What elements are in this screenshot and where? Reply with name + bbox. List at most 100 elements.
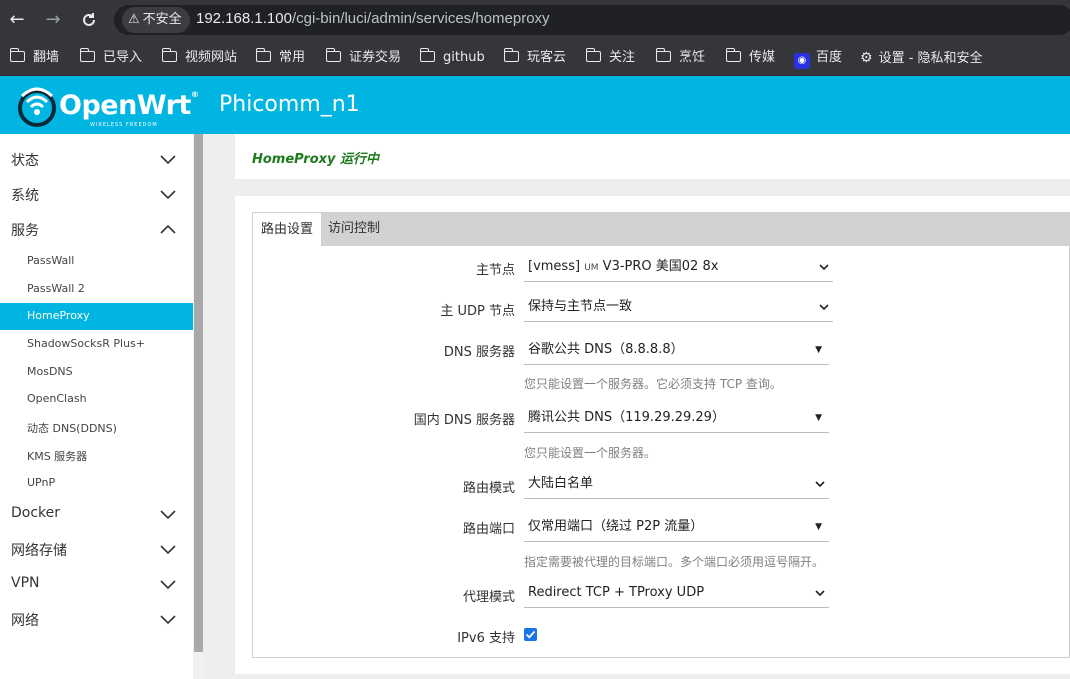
tab-routing-settings[interactable]: 路由设置 [252, 212, 323, 246]
sidebar-item-system[interactable]: 系统 [0, 177, 193, 211]
bookmark-folder[interactable]: 玩客云 [503, 48, 567, 68]
dns-server-value: 谷歌公共 DNS（8.8.8.8） [528, 342, 684, 357]
bookmark-label: 设置 - 隐私和安全 [878, 51, 983, 66]
sidebar-item-openclash[interactable]: OpenClash [0, 386, 193, 413]
dropdown-triangle-icon: ▼ [815, 522, 822, 532]
chevron-up-icon [160, 224, 176, 234]
tab-access-control[interactable]: 访问控制 [320, 212, 388, 246]
main-udp-node-label: 主 UDP 节点 [440, 304, 515, 319]
sidebar-item-label: 网络 [11, 613, 39, 629]
bookmark-folder[interactable]: 已导入 [79, 48, 143, 68]
bookmark-folder[interactable]: 证券交易 [325, 48, 402, 68]
sidebar-item-label: OpenClash [27, 392, 87, 405]
sidebar-item-label: KMS 服务器 [27, 450, 88, 463]
bookmark-label: 证券交易 [349, 50, 402, 65]
sidebar-item-passwall[interactable]: PassWall [0, 248, 193, 275]
chevron-down-icon [160, 510, 176, 520]
china-dns-server-description: 您只能设置一个服务器。 [524, 446, 657, 460]
bookmark-label: 烹饪 [679, 50, 706, 65]
sidebar-item-ssr-plus[interactable]: ShadowSocksR Plus+ [0, 331, 193, 358]
app-header: OpenWrt® WIRELESS FREEDOM Phicomm_n1 [0, 76, 1070, 134]
bookmark-label: github [443, 50, 485, 65]
sidebar: 状态 系统 服务 PassWall PassWall 2 HomeProxy S… [0, 134, 193, 679]
logo-text: OpenWrt® [59, 90, 199, 121]
dns-server-description: 您只能设置一个服务器。它必须支持 TCP 查询。 [524, 377, 782, 391]
sidebar-item-label: 网络存储 [11, 543, 67, 559]
reload-icon[interactable] [78, 9, 100, 31]
folder-icon [585, 48, 601, 62]
chevron-down-icon [160, 545, 176, 555]
sidebar-scrollbar-thumb[interactable] [194, 134, 203, 652]
chevron-down-icon [160, 190, 176, 200]
folder-icon [725, 48, 741, 62]
bookmark-folder[interactable]: 传媒 [725, 48, 775, 68]
folder-icon [655, 48, 671, 62]
bookmark-folder[interactable]: 常用 [255, 48, 306, 68]
chevron-down-icon [160, 155, 176, 165]
sidebar-item-label: 动态 DNS(DDNS) [27, 422, 117, 435]
sidebar-item-network[interactable]: 网络 [0, 602, 193, 636]
bookmark-label: 关注 [609, 50, 636, 65]
sidebar-item-status[interactable]: 状态 [0, 142, 193, 176]
url-text[interactable]: 192.168.1.100/cgi-bin/luci/admin/service… [196, 10, 550, 27]
sidebar-item-passwall2[interactable]: PassWall 2 [0, 276, 193, 303]
sidebar-item-homeproxy[interactable]: HomeProxy [0, 303, 193, 330]
sidebar-item-mosdns[interactable]: MosDNS [0, 359, 193, 386]
chevron-down-icon [815, 481, 825, 488]
main-udp-node-select[interactable]: 保持与主节点一致 [524, 292, 833, 322]
folder-icon [325, 48, 341, 62]
chevron-down-icon [819, 304, 829, 311]
openwrt-logo[interactable]: OpenWrt® WIRELESS FREEDOM [16, 82, 199, 132]
bookmark-label: 玩客云 [527, 50, 567, 65]
tab-bar: 路由设置 访问控制 [252, 212, 1070, 246]
logo-tagline: WIRELESS FREEDOM [90, 122, 158, 128]
sidebar-item-ddns[interactable]: 动态 DNS(DDNS) [0, 414, 193, 441]
bookmark-link[interactable]: ◉ 百度 [794, 48, 842, 69]
security-badge[interactable]: ⚠ 不安全 [122, 7, 190, 33]
bookmark-label: 常用 [279, 50, 306, 65]
routing-port-combobox[interactable]: 仅常用端口（绕过 P2P 流量） ▼ [524, 512, 829, 542]
routing-mode-label: 路由模式 [462, 481, 515, 496]
folder-icon [255, 48, 271, 62]
routing-mode-select[interactable]: 大陆白名单 [524, 469, 829, 499]
dns-server-combobox[interactable]: 谷歌公共 DNS（8.8.8.8） ▼ [524, 335, 829, 365]
sidebar-item-nas[interactable]: 网络存储 [0, 532, 193, 566]
forward-arrow-icon[interactable]: → [42, 9, 64, 31]
security-label: 不安全 [142, 12, 182, 27]
bookmark-label: 视频网站 [185, 50, 238, 65]
folder-icon [503, 48, 519, 62]
bookmark-folder[interactable]: github [419, 48, 485, 68]
sidebar-item-label: PassWall 2 [27, 282, 85, 295]
chevron-down-icon [819, 264, 829, 271]
sidebar-item-docker[interactable]: Docker [0, 497, 193, 531]
sidebar-item-kms[interactable]: KMS 服务器 [0, 442, 193, 469]
main-node-select[interactable]: [vmess] UM V3-PRO 美国02 8x [524, 252, 833, 282]
bookmark-folder[interactable]: 翻墙 [9, 48, 59, 68]
bookmark-folder[interactable]: 关注 [585, 48, 636, 68]
routing-port-description: 指定需要被代理的目标端口。多个端口必须用逗号隔开。 [524, 555, 825, 569]
main-node-value-prefix: [vmess] [528, 259, 585, 274]
url-host: 192.168.1.100 [196, 10, 292, 27]
bookmark-label: 已导入 [103, 50, 143, 65]
dropdown-triangle-icon: ▼ [815, 345, 822, 355]
sidebar-item-label: HomeProxy [27, 309, 90, 322]
sidebar-item-label: UPnP [27, 476, 56, 489]
bookmarks-bar: 翻墙 已导入 视频网站 常用 证券交易 github 玩客云 关注 烹饪 传媒 … [0, 40, 1070, 76]
bookmark-link[interactable]: ⚙ 设置 - 隐私和安全 [860, 48, 983, 68]
sidebar-item-label: ShadowSocksR Plus+ [27, 337, 146, 350]
ipv6-support-checkbox[interactable] [524, 628, 537, 641]
sidebar-item-upnp[interactable]: UPnP [0, 470, 193, 497]
bookmark-folder[interactable]: 烹饪 [655, 48, 706, 68]
gear-icon: ⚙ [860, 50, 873, 66]
folder-icon [79, 48, 95, 62]
bookmark-folder[interactable]: 视频网站 [161, 48, 238, 68]
sidebar-item-vpn[interactable]: VPN [0, 567, 193, 601]
china-dns-server-combobox[interactable]: 腾讯公共 DNS（119.29.29.29） ▼ [524, 403, 829, 433]
back-arrow-icon[interactable]: ← [6, 9, 28, 31]
folder-icon [419, 48, 435, 62]
dns-server-label: DNS 服务器 [443, 345, 515, 360]
chevron-down-icon [160, 615, 176, 625]
proxy-mode-select[interactable]: Redirect TCP + TProxy UDP [524, 578, 829, 608]
routing-mode-value: 大陆白名单 [528, 476, 594, 491]
sidebar-item-services[interactable]: 服务 [0, 212, 193, 246]
